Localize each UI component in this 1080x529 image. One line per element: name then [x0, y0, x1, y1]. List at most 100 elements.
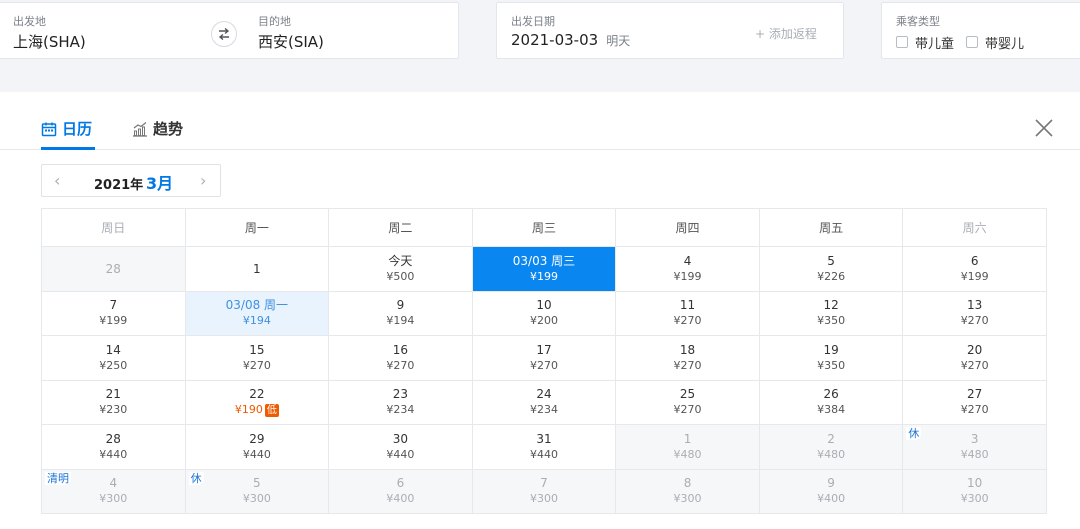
day-price: ¥440 — [99, 447, 128, 461]
calendar-day-cell[interactable]: 18 ¥270 — [615, 335, 760, 381]
calendar-day-cell[interactable]: 7 ¥199 — [41, 290, 186, 336]
calendar-day-cell[interactable]: 10 ¥200 — [471, 290, 617, 336]
day-price: ¥300 — [529, 492, 558, 506]
calendar-day-cell[interactable]: 6 ¥400 — [328, 468, 473, 514]
close-icon[interactable] — [1033, 117, 1055, 139]
calendar-day-cell[interactable]: 9 ¥400 — [758, 468, 904, 514]
prev-month-button[interactable]: ‹ — [54, 171, 60, 190]
calendar-day-cell[interactable]: 清明 4 ¥300 — [41, 468, 186, 514]
calendar-day-cell[interactable]: 03/03 周三 ¥199 — [471, 246, 617, 292]
calendar-week-row: 21 ¥230 22 ¥190 低 23 ¥234 24 ¥234 25 ¥270 26 ¥384 27 ¥… — [41, 379, 1047, 425]
day-price: ¥270 — [673, 403, 702, 417]
calendar-day-cell[interactable]: 29 ¥440 — [184, 424, 330, 470]
low-price-value: ¥190 — [234, 403, 263, 417]
day-number: 1 — [683, 431, 692, 446]
day-number: 24 — [536, 387, 552, 402]
swap-button[interactable] — [211, 21, 237, 47]
tab-trend-label: 趋势 — [153, 120, 184, 138]
calendar-day-cell[interactable]: 20 ¥270 — [902, 335, 1047, 381]
weekday-tue: 周二 — [328, 208, 473, 247]
day-price: ¥270 — [242, 358, 271, 372]
day-number: 16 — [392, 342, 409, 357]
day-price: ¥400 — [817, 492, 846, 506]
day-price: ¥480 — [673, 447, 702, 461]
calendar-day-cell[interactable]: 21 ¥230 — [41, 379, 186, 425]
day-number: 7 — [109, 298, 118, 313]
calendar-day-cell[interactable]: 31 ¥440 — [471, 424, 617, 470]
calendar-day-cell[interactable]: 13 ¥270 — [902, 290, 1047, 336]
calendar-week-row: 清明 4 ¥300 休 5 ¥300 6 ¥400 7 ¥300 8 ¥300 9 ¥400 10 ¥300 — [41, 468, 1047, 514]
weekday-fri: 周五 — [758, 208, 904, 247]
calendar-day-cell[interactable]: 10 ¥300 — [902, 468, 1047, 514]
calendar-day-cell[interactable]: 27 ¥270 — [902, 379, 1047, 425]
weekday-thu: 周四 — [615, 208, 760, 247]
next-month-button[interactable]: › — [200, 171, 206, 190]
calendar-day-cell[interactable]: 16 ¥270 — [328, 335, 473, 381]
calendar-day-cell[interactable]: 22 ¥190 低 — [184, 379, 330, 425]
calendar-day-cell[interactable]: 17 ¥270 — [471, 335, 617, 381]
calendar-day-cell[interactable]: 9 ¥194 — [328, 290, 473, 336]
active-tab-indicator — [41, 147, 95, 150]
day-price: ¥270 — [960, 314, 989, 328]
calendar-day-cell[interactable]: 7 ¥300 — [471, 468, 617, 514]
calendar-day-cell[interactable]: 今天 ¥500 — [328, 246, 473, 292]
day-price: ¥230 — [99, 403, 128, 417]
origin-field[interactable]: 上海(SHA) — [13, 31, 86, 52]
tab-calendar-label: 日历 — [62, 120, 93, 138]
calendar-day-cell[interactable]: 25 ¥270 — [615, 379, 760, 425]
depart-date-hint: 明天 — [606, 34, 631, 48]
day-number: 3 — [970, 431, 979, 446]
calendar-day-cell[interactable]: 休 5 ¥300 — [184, 468, 330, 514]
day-number: 03/03 周三 — [512, 253, 576, 268]
calendar-day-cell[interactable]: 休 3 ¥480 — [902, 424, 1047, 470]
day-price: ¥199 — [673, 269, 702, 283]
calendar-day-cell[interactable]: 12 ¥350 — [758, 290, 904, 336]
current-month: 3月 — [146, 174, 174, 193]
calendar-day-cell[interactable]: 8 ¥300 — [615, 468, 760, 514]
calendar-day-cell[interactable]: 24 ¥234 — [471, 379, 617, 425]
weekday-header: 周日 周一 周二 周三 周四 周五 周六 — [41, 208, 1047, 247]
add-return-button[interactable]: + 添加返程 — [755, 25, 817, 42]
calendar-day-cell[interactable]: 2 ¥480 — [758, 424, 904, 470]
destination-field[interactable]: 西安(SIA) — [258, 31, 324, 52]
calendar-day-cell[interactable]: 30 ¥440 — [328, 424, 473, 470]
day-price: ¥234 — [529, 403, 558, 417]
calendar-day-cell[interactable]: 11 ¥270 — [615, 290, 760, 336]
calendar-day-cell[interactable]: 19 ¥350 — [758, 335, 904, 381]
holiday-tag: 休 — [906, 427, 922, 440]
calendar-day-cell[interactable]: 28 — [41, 246, 186, 292]
fare-calendar: 周日 周一 周二 周三 周四 周五 周六 28 1 今天 ¥500 03/03 周三 ¥1… — [41, 208, 1047, 514]
calendar-day-cell[interactable]: 26 ¥384 — [758, 379, 904, 425]
infant-checkbox[interactable] — [966, 36, 978, 48]
calendar-day-cell[interactable]: 15 ¥270 — [184, 335, 330, 381]
tab-calendar[interactable]: 日历 — [41, 118, 92, 139]
day-number: 1 — [253, 261, 261, 276]
day-price: ¥440 — [386, 447, 415, 461]
day-number: 18 — [679, 342, 696, 357]
day-price: ¥300 — [673, 492, 702, 506]
tab-trend[interactable]: 趋势 — [132, 118, 183, 139]
child-checkbox[interactable] — [896, 36, 908, 48]
calendar-day-cell[interactable]: 14 ¥250 — [41, 335, 186, 381]
calendar-day-cell[interactable]: 28 ¥440 — [41, 424, 186, 470]
calendar-day-cell[interactable]: 03/08 周一 ¥194 — [184, 290, 330, 336]
day-price: ¥270 — [960, 358, 989, 372]
day-price: ¥199 — [960, 269, 989, 283]
day-number: 14 — [105, 342, 121, 357]
calendar-day-cell[interactable]: 1 ¥480 — [615, 424, 760, 470]
current-year: 2021年 — [94, 178, 144, 193]
day-price: ¥300 — [99, 492, 128, 506]
calendar-day-cell[interactable]: 5 ¥226 — [758, 246, 904, 292]
day-price: ¥200 — [529, 314, 558, 328]
weekday-sat: 周六 — [902, 208, 1047, 247]
date-box[interactable]: 出发日期 2021-03-03 明天 + 添加返程 — [496, 2, 844, 59]
depart-date-field[interactable]: 2021-03-03 明天 — [511, 31, 630, 49]
calendar-day-cell[interactable]: 6 ¥199 — [902, 246, 1047, 292]
calendar-day-cell[interactable]: 1 — [184, 246, 330, 292]
day-number: 8 — [683, 476, 692, 491]
calendar-day-cell[interactable]: 4 ¥199 — [615, 246, 760, 292]
calendar-day-cell[interactable]: 23 ¥234 — [328, 379, 473, 425]
weekday-sun: 周日 — [41, 208, 186, 247]
day-price: ¥270 — [673, 358, 702, 372]
search-bar: 出发地 上海(SHA) 目的地 西安(SIA) 出发日期 2021-03-03 明… — [0, 0, 1080, 92]
